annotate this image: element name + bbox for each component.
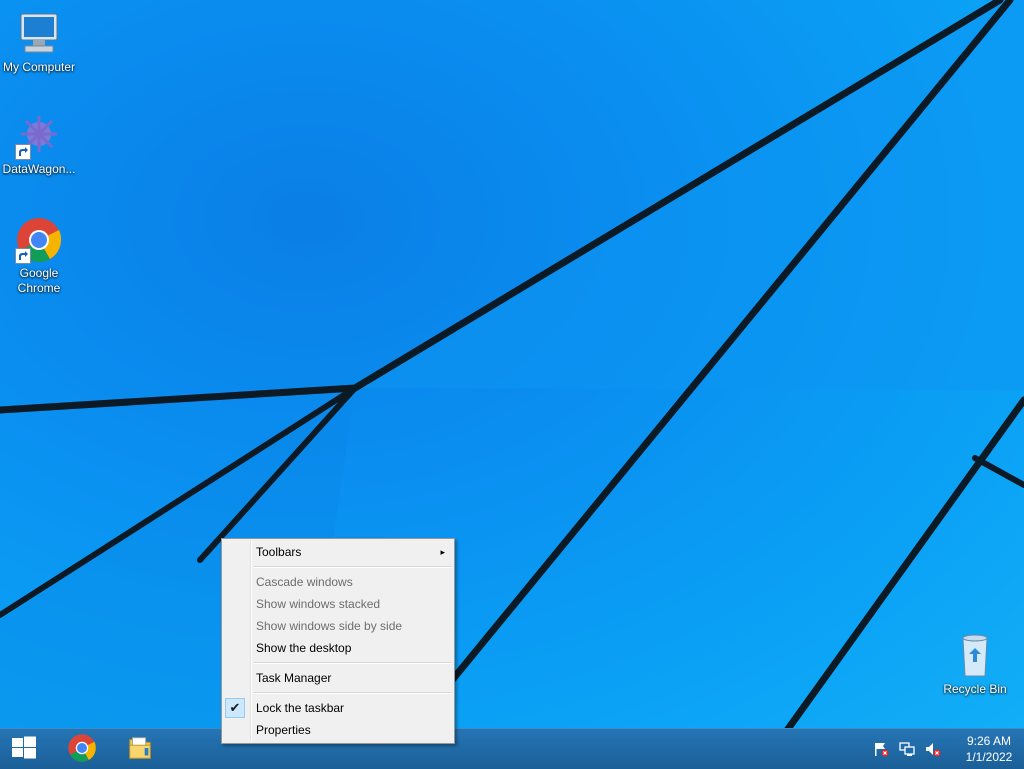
datawagon-icon [15,112,63,160]
taskbar-clock[interactable]: 9:26 AM 1/1/2022 [954,733,1024,765]
menu-item-label: Cascade windows [256,575,353,589]
network-icon[interactable] [899,741,915,757]
file-explorer-icon [126,734,154,765]
menu-item-label: Properties [256,723,311,737]
menu-item-label: Show the desktop [256,641,352,655]
menu-item-show-windows-stacked: Show windows stacked [222,593,454,615]
windows-logo-icon [11,735,37,764]
taskbar-context-menu: Toolbars ▸ Cascade windows Show windows … [221,538,455,744]
desktop-icon-label: DataWagon... [2,162,76,176]
clock-time: 9:26 AM [966,734,1012,748]
menu-item-cascade-windows: Cascade windows [222,571,454,593]
menu-item-task-manager[interactable]: Task Manager [222,667,454,689]
computer-icon [15,10,63,58]
chrome-icon [15,216,63,264]
menu-item-toolbars[interactable]: Toolbars ▸ [222,541,454,563]
submenu-arrow-icon: ▸ [440,547,445,557]
desktop-icon-label: Recycle Bin [943,682,1007,696]
menu-item-show-windows-side-by-side: Show windows side by side [222,615,454,637]
menu-separator [254,692,452,694]
wallpaper-background [0,0,1024,728]
shortcut-arrow-icon [15,248,31,264]
menu-separator [254,662,452,664]
menu-item-lock-the-taskbar[interactable]: ✔ Lock the taskbar [222,697,454,719]
menu-item-label: Task Manager [256,671,332,685]
desktop[interactable]: My Computer DataWagon... Google Chrome R… [0,0,1024,728]
menu-item-label: Toolbars [256,545,302,559]
desktop-icon-label: Google Chrome [17,266,61,295]
checkmark-icon: ✔ [225,698,245,718]
volume-muted-icon[interactable] [925,741,941,757]
desktop-icon-my-computer[interactable]: My Computer [0,10,78,75]
recycle-bin-icon [951,632,999,680]
system-tray: 9:26 AM 1/1/2022 [868,729,1024,769]
taskbar-file-explorer-button[interactable] [116,729,164,769]
menu-item-label: Show windows stacked [256,597,381,611]
menu-item-properties[interactable]: Properties [222,719,454,741]
action-center-flag-icon[interactable] [873,741,889,757]
menu-item-show-the-desktop[interactable]: Show the desktop [222,637,454,659]
desktop-icon-datawagon[interactable]: DataWagon... [0,112,78,177]
shortcut-arrow-icon [15,144,31,160]
desktop-icon-google-chrome[interactable]: Google Chrome [0,216,78,296]
start-button[interactable] [0,729,48,769]
taskbar[interactable]: 9:26 AM 1/1/2022 [0,728,1024,769]
menu-separator [254,566,452,568]
chrome-icon [67,733,97,766]
menu-item-label: Show windows side by side [256,619,403,633]
clock-date: 1/1/2022 [965,750,1013,764]
taskbar-chrome-button[interactable] [58,729,106,769]
desktop-icon-label: My Computer [2,60,76,74]
menu-item-label: Lock the taskbar [256,701,345,715]
desktop-icon-recycle-bin[interactable]: Recycle Bin [936,632,1014,697]
